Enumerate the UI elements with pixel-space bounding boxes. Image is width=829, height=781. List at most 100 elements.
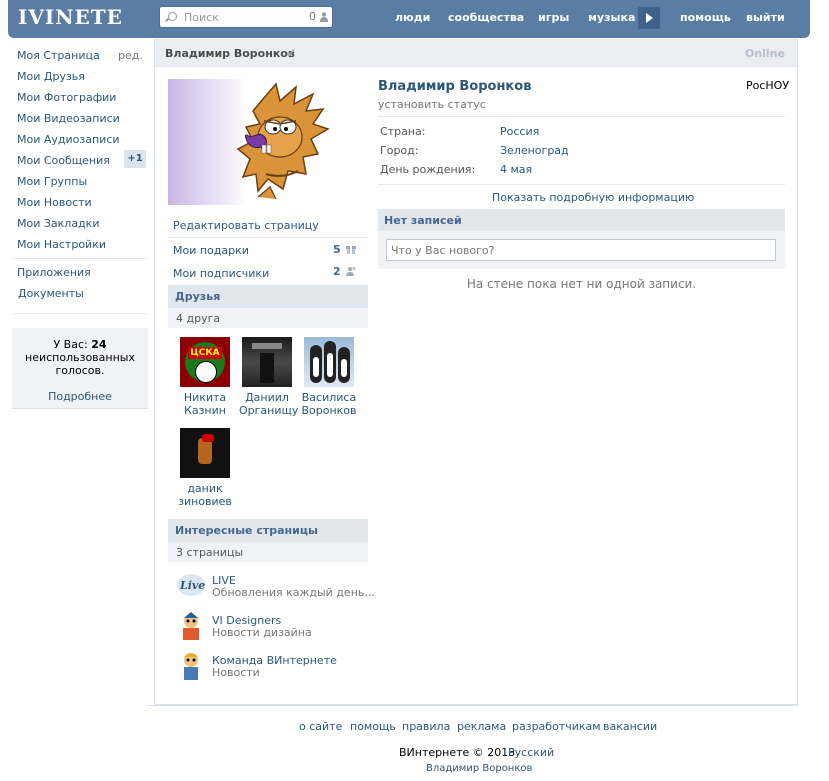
search-placeholder: Поиск [184,11,219,24]
friend-first-name[interactable]: даник [177,482,233,495]
sidebar-divider [12,258,148,259]
info-label-city: Город: [380,144,419,157]
sidebar-item-groups[interactable]: Мои Группы [17,175,87,188]
nav-people[interactable]: люди [395,11,430,24]
search-input[interactable]: Поиск 0 [159,6,333,28]
votes-line-3: голосов. [55,364,105,377]
pages-block-header[interactable]: Интересные страницы [168,519,368,542]
designer-avatar-icon [183,612,199,640]
nav-help[interactable]: помощь [680,11,731,24]
sidebar-item-photos[interactable]: Мои Фотографии [17,91,116,104]
followers-link[interactable]: Мои подписчики [173,267,373,280]
friend-first-name[interactable]: Василиса [301,391,357,404]
friend-last-name[interactable]: Воронков [301,404,357,417]
info-label-birthday: День рождения: [380,163,476,176]
sidebar-item-videos[interactable]: Мои Видеозаписи [17,112,120,125]
online-status: Online [744,47,785,60]
divider [378,184,785,185]
sidebar-item-my-page[interactable]: Моя Страница [17,49,100,62]
friend-card[interactable]: Даниил Органищу [239,337,298,417]
wall-title: Нет записей [384,214,462,227]
nav-games[interactable]: игры [538,11,569,24]
set-status-link[interactable]: установить статус [378,98,486,111]
gifts-count: 5 [333,243,341,256]
votes-count: 24 [91,338,107,351]
footer-link-about[interactable]: о сайте [299,720,342,733]
votes-prefix: У Вас: [53,338,88,351]
footer-author-link[interactable]: Владимир Воронков [426,763,532,774]
sidebar-item-audio[interactable]: Мои Аудиозаписи [17,133,120,146]
friend-first-name[interactable]: Даниил [239,391,295,404]
sidebar-item-settings[interactable]: Мои Настройки [17,238,106,251]
friends-block-header[interactable]: Друзья [168,285,368,308]
info-value-country[interactable]: Россия [500,125,539,138]
friend-last-name[interactable]: Казнин [177,404,233,417]
svg-text:Live: Live [179,579,205,592]
divider [378,116,785,117]
sidebar-item-messages[interactable]: Мои Сообщения [17,154,110,167]
footer-language-link[interactable]: Русский [508,746,554,759]
gift-icon [346,246,356,254]
nav-communities[interactable]: сообщества [448,11,524,24]
page-description: Новости [212,666,260,679]
site-logo[interactable]: IVINETE [18,5,123,29]
footer-copyright: ВИнтернете © 2013 [399,746,516,759]
friends-count: 4 друга [176,312,221,325]
nav-music[interactable]: музыка [588,11,635,24]
wall-post-input[interactable]: Что у Вас нового? [386,239,776,261]
friend-avatar[interactable] [304,337,354,387]
friends-count-bar[interactable]: 4 друга [168,308,368,328]
sidebar-item-documents[interactable]: Документы [18,287,84,300]
divider [168,237,368,238]
profile-avatar[interactable] [168,79,368,205]
edit-profile-link[interactable]: ред. [118,49,143,62]
friend-avatar[interactable] [180,428,230,478]
friends-title: Друзья [175,290,221,303]
footer-link-rules[interactable]: правила [402,720,450,733]
sidebar-item-apps[interactable]: Приложения [17,266,91,279]
votes-line-1: У Вас: 24 [12,338,148,351]
page-description: Новости дизайна [212,626,312,639]
friend-avatar[interactable]: ЦСКА [180,337,230,387]
friend-card[interactable]: ЦСКА Никита Казнин [177,337,233,417]
followers-icon [346,266,356,276]
info-value-birthday[interactable]: 4 мая [500,163,532,176]
sidebar-item-friends[interactable]: Мои Друзья [17,70,85,83]
friend-first-name[interactable]: Никита [177,391,233,404]
beaver-cartoon-image [236,82,330,200]
votes-more-link[interactable]: Подробнее [12,390,148,403]
friend-avatar[interactable] [242,337,292,387]
sidebar-item-news[interactable]: Мои Новости [17,196,92,209]
pages-count-bar[interactable]: 3 страницы [168,542,368,562]
wall-header[interactable]: Нет записей [378,209,785,231]
friend-last-name[interactable]: Органищу [239,404,298,417]
page-description: Обновления каждый день... [212,586,375,599]
sidebar-divider [12,313,148,314]
wall-empty-message: На стене пока нет ни одной записи. [466,277,697,291]
friend-card[interactable]: Василиса Воронков [301,337,357,417]
info-value-city[interactable]: Зеленоград [500,144,569,157]
friend-last-name[interactable]: зиновиев [177,495,233,508]
top-header: IVINETE Поиск 0 люди сообщества игры муз… [8,0,810,38]
nav-logout[interactable]: выйти [746,11,785,24]
page-title-bar: Владимир Воронков ✔ Online [155,39,797,67]
sidebar-item-bookmarks[interactable]: Мои Закладки [17,217,99,230]
play-icon[interactable] [638,7,660,29]
search-icon [168,12,177,21]
show-more-info-link[interactable]: Показать подробную информацию [492,191,694,204]
search-count: 0 [309,10,316,23]
footer-link-ads[interactable]: реклама [457,720,506,733]
footer-link-developers[interactable]: разработчикам [512,720,601,733]
votes-box: У Вас: 24 неиспользованных голосов. Подр… [12,328,148,409]
messages-count-badge[interactable]: +1 [124,150,146,168]
gifts-link[interactable]: Мои подарки [173,244,373,257]
footer-link-jobs[interactable]: вакансии [603,720,657,733]
friend-card[interactable]: даник зиновиев [177,428,233,508]
votes-line-2: неиспользованных [25,351,135,364]
footer-link-help[interactable]: помощь [350,720,396,733]
profile-name: Владимир Воронков [378,79,532,94]
info-label-country: Страна: [380,125,426,138]
university-label[interactable]: РосНОУ [746,79,789,92]
edit-page-link[interactable]: Редактировать страницу [173,219,373,232]
pages-title: Интересные страницы [175,524,318,537]
